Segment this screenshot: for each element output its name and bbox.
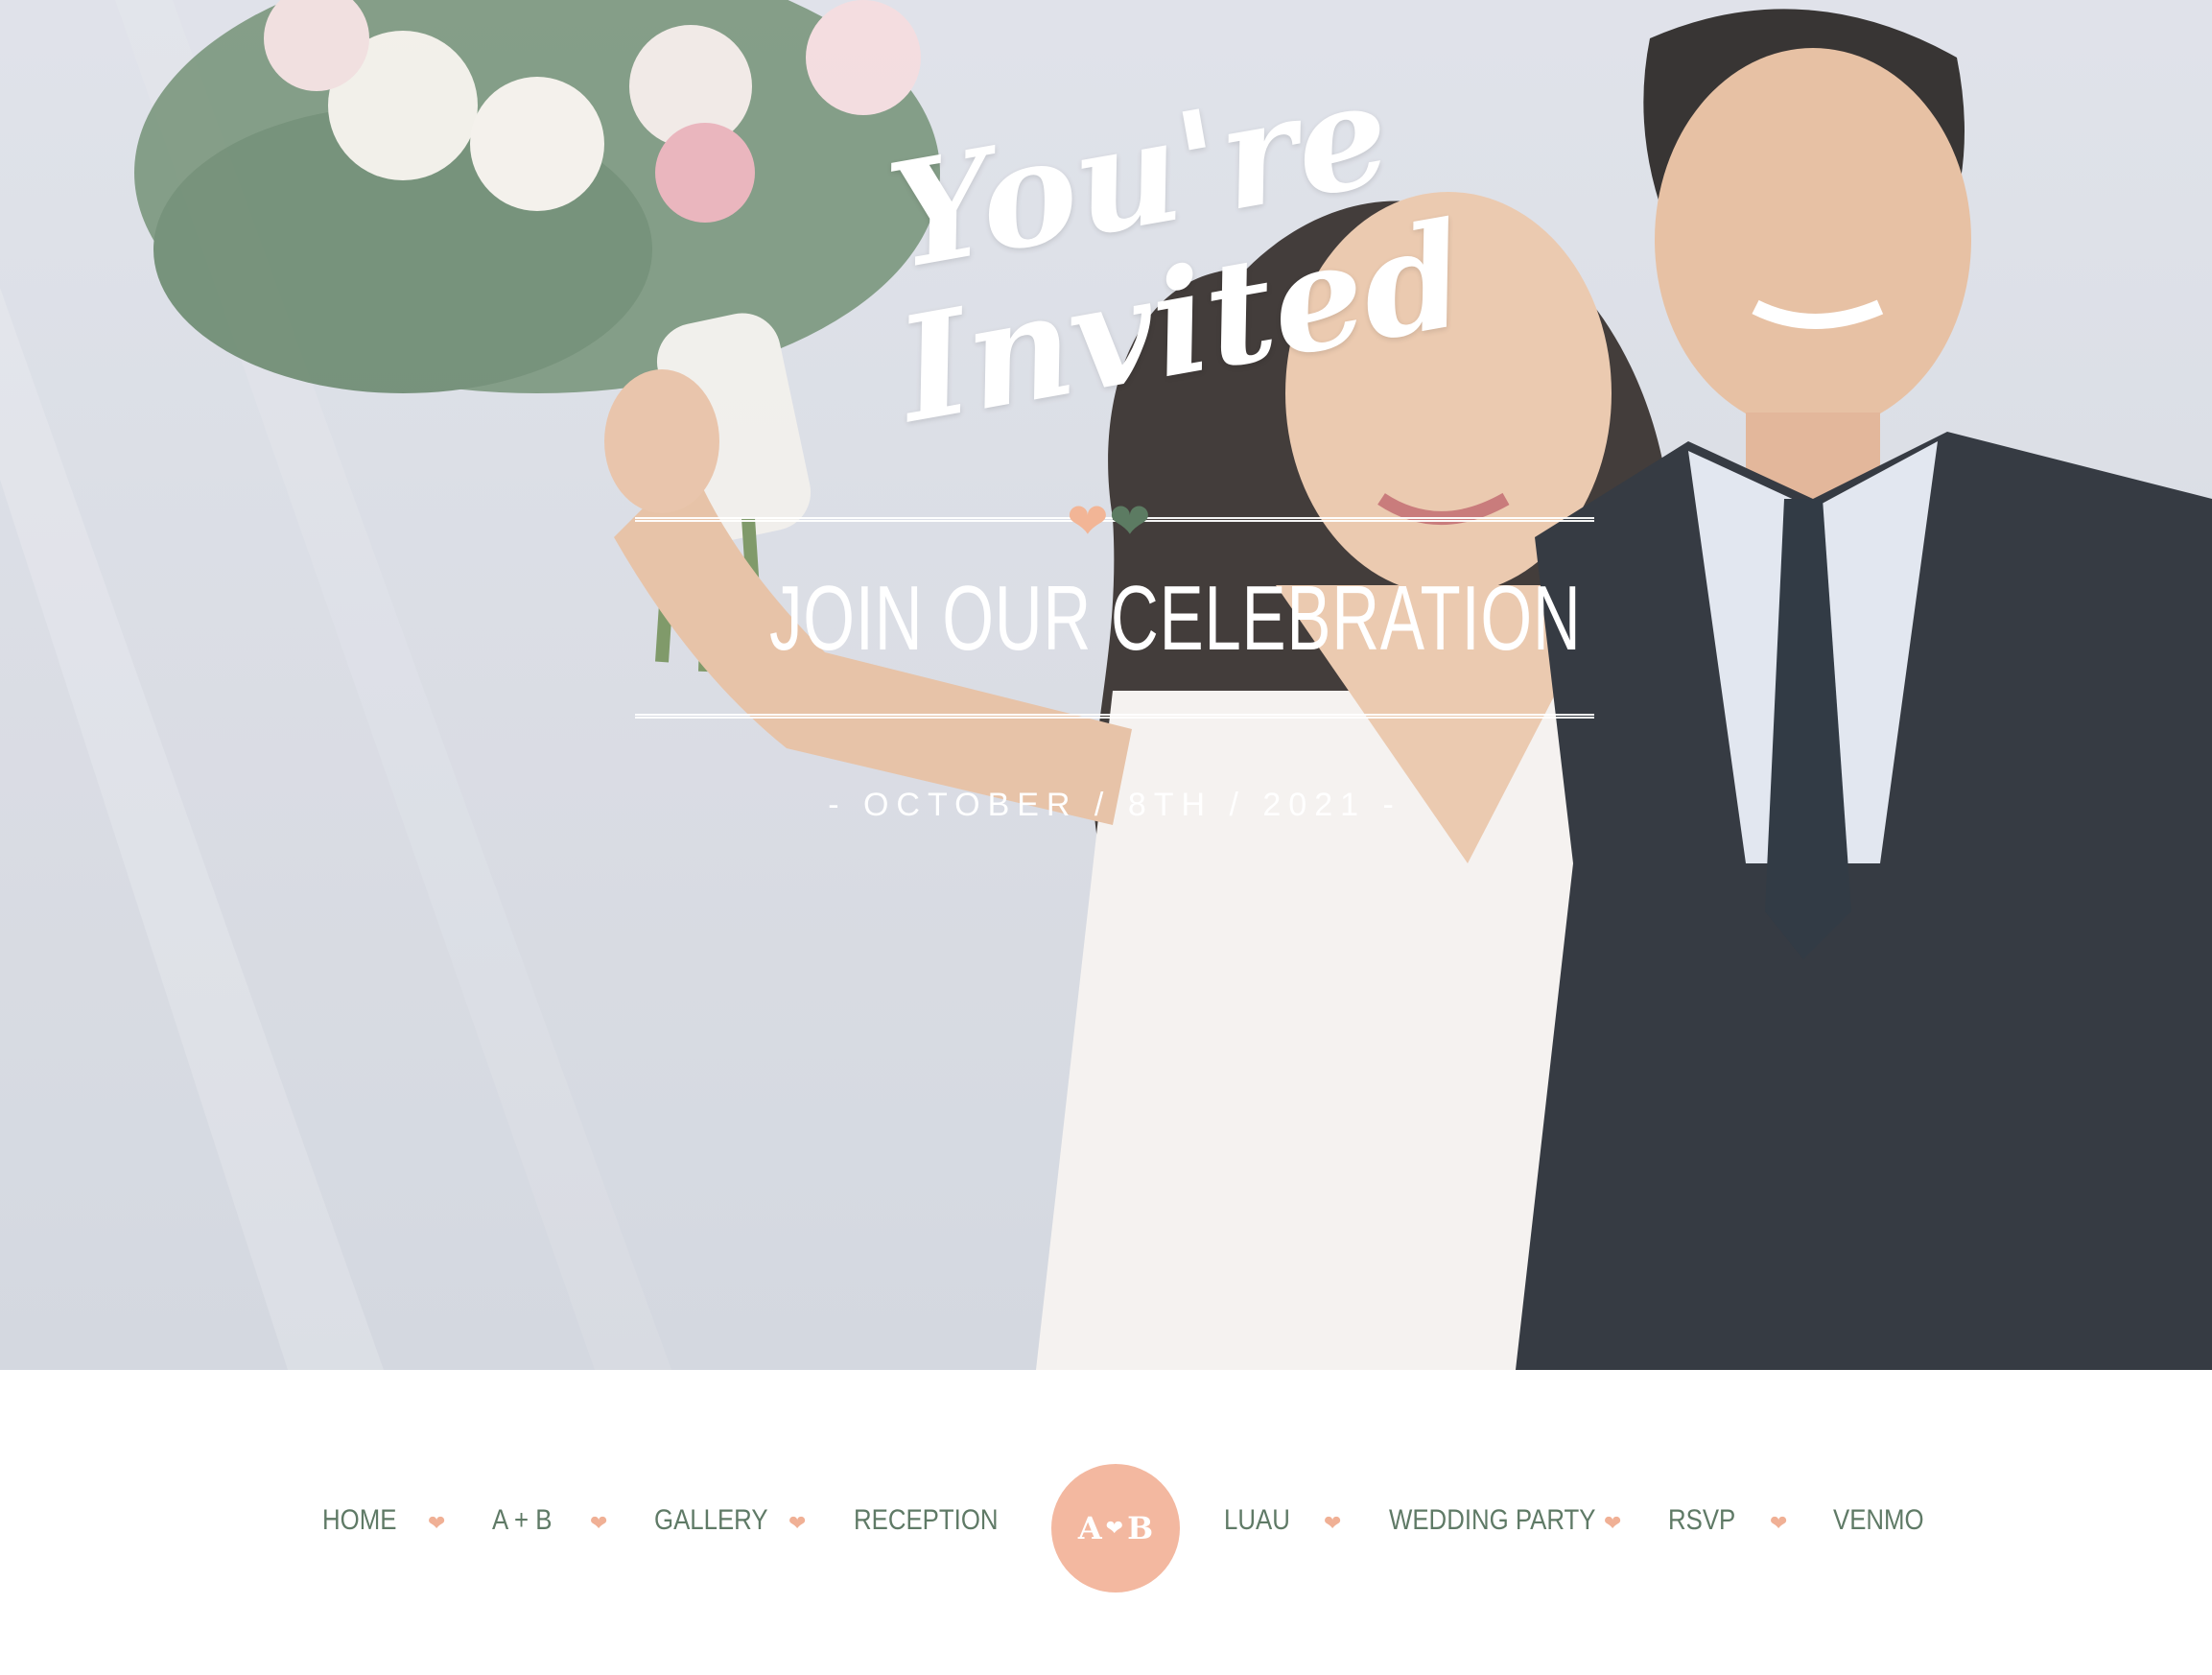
monogram-logo[interactable]: A ❤ B xyxy=(1051,1464,1180,1592)
nav-item-reception[interactable]: RECEPTION xyxy=(854,1504,999,1537)
page: You're Invited ❤ ❤ JOIN OUR CELEBRATION … xyxy=(0,0,2212,1675)
nav-item-rsvp[interactable]: RSVP xyxy=(1668,1504,1735,1537)
heart-icon: ❤ xyxy=(1324,1512,1342,1536)
nav-item-home[interactable]: HOME xyxy=(322,1504,396,1537)
heart-icon: ❤ xyxy=(590,1512,608,1536)
monogram-left-letter: A xyxy=(1077,1510,1102,1546)
peach-heart-icon: ❤ xyxy=(1067,493,1109,551)
nav-item-gallery[interactable]: GALLERY xyxy=(654,1504,768,1537)
divider-bottom xyxy=(635,714,1594,719)
monogram-right-letter: B xyxy=(1127,1510,1154,1546)
nav-item-luau[interactable]: LUAU xyxy=(1224,1504,1290,1537)
heart-icon: ❤ xyxy=(1604,1512,1622,1536)
nav-item-a-plus-b[interactable]: A + B xyxy=(492,1504,552,1537)
main-nav: HOME ❤ A + B ❤ GALLERY ❤ RECEPTION A ❤ B… xyxy=(0,1370,2212,1675)
monogram-heart-icon: ❤ xyxy=(1105,1516,1124,1541)
double-heart-ornament: ❤ ❤ xyxy=(1067,493,1163,551)
event-date: - OCTOBER / 8TH / 2021 - xyxy=(828,787,1401,823)
heart-icon: ❤ xyxy=(788,1512,807,1536)
headline: JOIN OUR CELEBRATION xyxy=(769,567,1582,670)
hero-section: You're Invited ❤ ❤ JOIN OUR CELEBRATION … xyxy=(0,0,2212,1370)
script-title: You're Invited xyxy=(844,48,1477,470)
nav-item-wedding-party[interactable]: WEDDING PARTY xyxy=(1389,1504,1595,1537)
heart-icon: ❤ xyxy=(428,1512,446,1536)
green-heart-icon: ❤ xyxy=(1109,493,1151,551)
nav-item-venmo[interactable]: VENMO xyxy=(1833,1504,1924,1537)
heart-icon: ❤ xyxy=(1770,1512,1788,1536)
